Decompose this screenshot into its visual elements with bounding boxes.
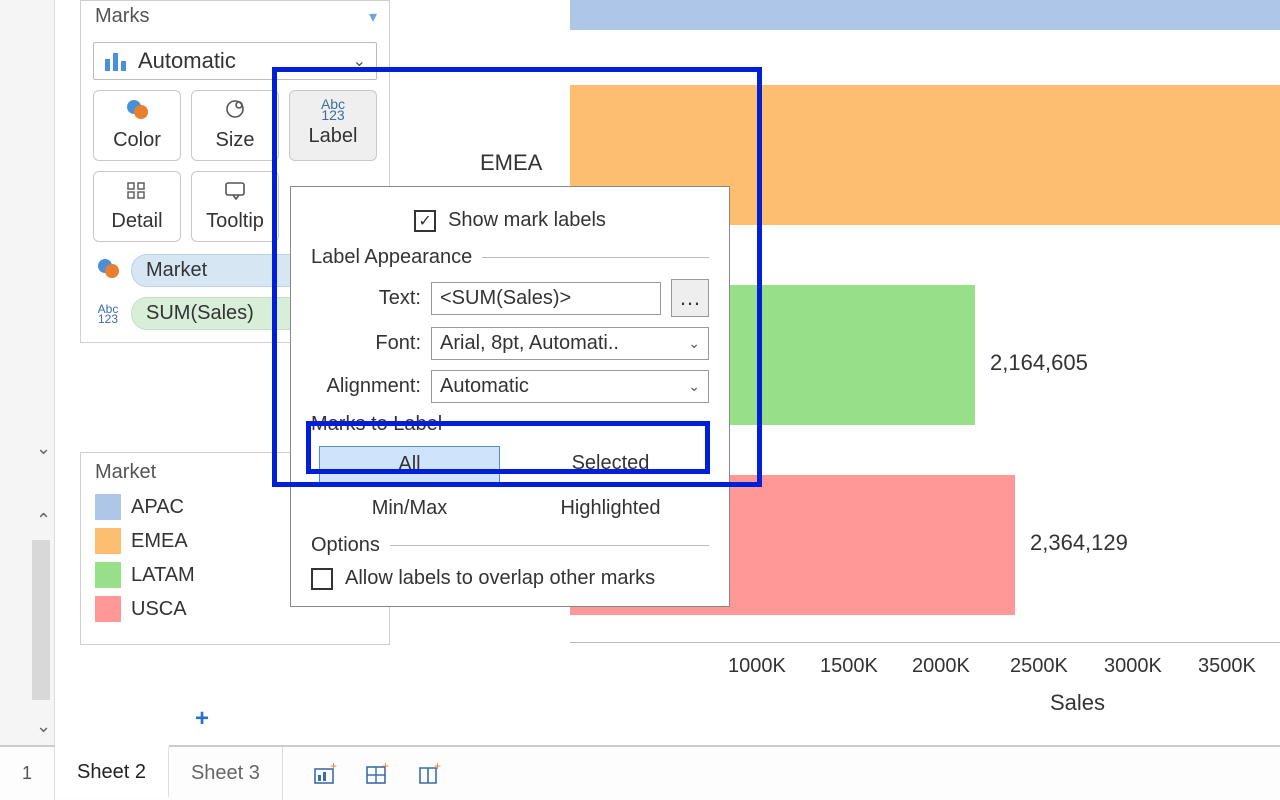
section-title-text: Options — [311, 534, 380, 557]
label-button-label: Label — [309, 125, 358, 147]
font-row: Font: Arial, 8pt, Automati.. ⌄ — [311, 327, 709, 360]
font-dropdown[interactable]: Arial, 8pt, Automati.. ⌄ — [431, 327, 709, 360]
svg-text:+: + — [382, 763, 389, 773]
size-icon — [194, 99, 276, 125]
svg-text:+: + — [434, 763, 441, 773]
x-tick: 1500K — [820, 655, 878, 678]
left-scroll-rail: ⌄ ⌃ ⌄ — [0, 0, 55, 745]
label-button[interactable]: Abc123 Label — [289, 90, 377, 161]
overlap-label: Allow labels to overlap other marks — [345, 567, 655, 590]
marks-card-title: Marks — [95, 5, 149, 28]
new-worksheet-button[interactable]: + — [313, 763, 339, 785]
alignment-value: Automatic — [440, 375, 529, 398]
new-object-buttons: + + + — [283, 747, 443, 800]
show-mark-labels-row[interactable]: ✓ Show mark labels — [311, 209, 709, 232]
overlap-row[interactable]: Allow labels to overlap other marks — [311, 567, 709, 590]
alignment-label: Alignment: — [311, 375, 421, 398]
bar-chart-icon — [104, 51, 128, 71]
alignment-dropdown[interactable]: Automatic ⌄ — [431, 370, 709, 403]
sheet-tab-bar: 1 Sheet 2 Sheet 3 + + + — [0, 745, 1280, 800]
bar-label-latam: 2,164,605 — [990, 350, 1088, 376]
row-header-emea: EMEA — [480, 150, 542, 176]
marks-card-title-row: Marks ▾ — [81, 1, 389, 34]
show-mark-labels-label: Show mark labels — [448, 209, 606, 232]
color-button-label: Color — [113, 129, 161, 151]
legend-label: USCA — [131, 598, 187, 621]
swatch — [95, 494, 121, 520]
swatch — [95, 528, 121, 554]
label-text-input[interactable]: <SUM(Sales)> — [431, 282, 661, 315]
x-tick: 2500K — [1010, 655, 1068, 678]
chevron-down-icon: ⌄ — [353, 51, 366, 71]
detail-icon — [96, 180, 178, 206]
color-button[interactable]: Color — [93, 90, 181, 161]
detail-button-label: Detail — [111, 210, 162, 232]
chevron-up-icon[interactable]: ⌃ — [36, 510, 51, 531]
seg-highlighted[interactable]: Highlighted — [520, 491, 701, 526]
swatch — [95, 596, 121, 622]
section-options: Options — [311, 534, 709, 557]
x-tick: 3500K — [1198, 655, 1256, 678]
tooltip-icon — [194, 180, 276, 206]
chevron-down-icon: ⌄ — [688, 335, 700, 352]
x-tick: 3000K — [1104, 655, 1162, 678]
section-marks-to-label: Marks to Label — [311, 413, 709, 436]
size-button-label: Size — [216, 129, 255, 151]
tab-sheet-2[interactable]: Sheet 2 — [55, 745, 169, 798]
card-menu-icon[interactable]: ▾ — [369, 7, 377, 27]
seg-selected[interactable]: Selected — [520, 446, 701, 483]
new-story-button[interactable]: + — [417, 763, 443, 785]
checkbox-unchecked-icon[interactable] — [311, 568, 333, 590]
seg-all[interactable]: All — [319, 446, 500, 483]
detail-button[interactable]: Detail — [93, 171, 181, 242]
text-row: Text: <SUM(Sales)> … — [311, 279, 709, 317]
seg-minmax[interactable]: Min/Max — [319, 491, 500, 526]
mark-type-label: Automatic — [138, 48, 236, 74]
tooltip-button-label: Tooltip — [206, 210, 264, 232]
legend-label: EMEA — [131, 530, 188, 553]
legend-label: LATAM — [131, 564, 195, 587]
x-tick: 1000K — [728, 655, 786, 678]
tooltip-button[interactable]: Tooltip — [191, 171, 279, 242]
chevron-down-icon[interactable]: ⌄ — [36, 716, 51, 737]
add-icon[interactable]: + — [195, 705, 209, 733]
font-label: Font: — [311, 332, 421, 355]
checkbox-checked-icon[interactable]: ✓ — [414, 210, 436, 232]
font-value: Arial, 8pt, Automati.. — [440, 332, 619, 355]
text-edit-button[interactable]: … — [671, 279, 709, 317]
text-label: Text: — [311, 287, 421, 310]
new-dashboard-button[interactable]: + — [365, 763, 391, 785]
color-icon — [93, 258, 123, 283]
marks-to-label-options: All Selected Min/Max Highlighted — [319, 446, 701, 526]
size-button[interactable]: Size — [191, 90, 279, 161]
legend-label: APAC — [131, 496, 184, 519]
label-icon: Abc123 — [292, 99, 374, 121]
chevron-down-icon[interactable]: ⌄ — [36, 438, 51, 459]
bar-apac[interactable] — [570, 0, 1280, 30]
label-options-popup: ✓ Show mark labels Label Appearance Text… — [290, 186, 730, 607]
page-number: 1 — [0, 747, 55, 800]
label-icon: Abc123 — [93, 304, 123, 324]
svg-text:+: + — [330, 763, 337, 773]
color-icon — [96, 99, 178, 125]
chevron-down-icon: ⌄ — [688, 378, 700, 395]
swatch — [95, 562, 121, 588]
alignment-row: Alignment: Automatic ⌄ — [311, 370, 709, 403]
mark-type-dropdown[interactable]: Automatic ⌄ — [93, 42, 377, 80]
x-tick: 2000K — [912, 655, 970, 678]
x-axis-line — [570, 642, 1280, 643]
scrollbar-thumb[interactable] — [32, 540, 50, 700]
tab-sheet-3[interactable]: Sheet 3 — [169, 747, 283, 800]
section-title-text: Marks to Label — [311, 413, 442, 436]
section-label-appearance: Label Appearance — [311, 246, 709, 269]
section-title-text: Label Appearance — [311, 246, 472, 269]
bar-label-usca: 2,364,129 — [1030, 530, 1128, 556]
x-axis-title: Sales — [1050, 690, 1105, 716]
